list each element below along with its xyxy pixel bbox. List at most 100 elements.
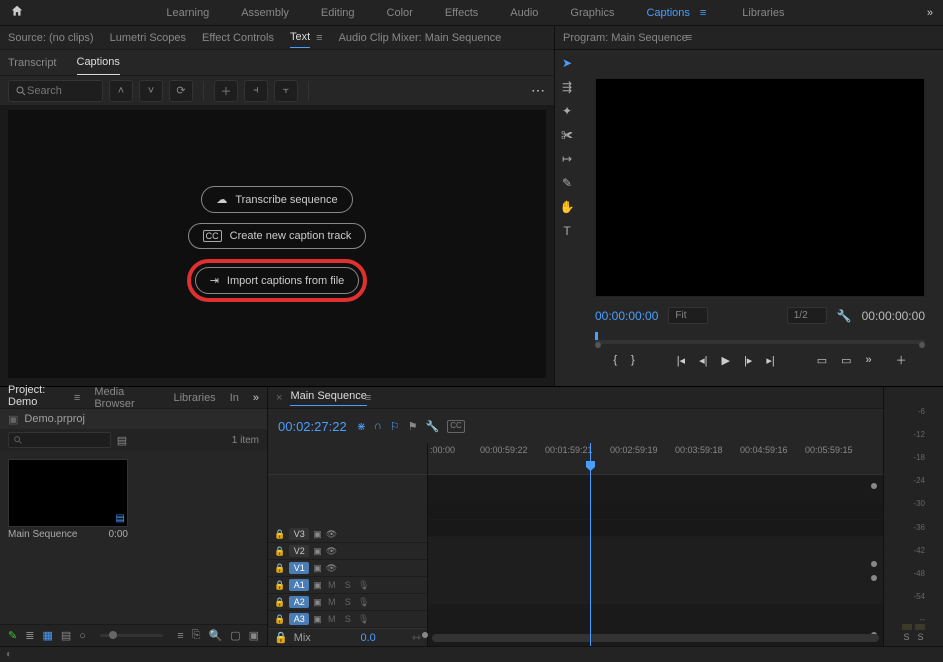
track-label-v3[interactable]: V3 xyxy=(289,528,309,540)
lock-icon[interactable]: 🔒 xyxy=(274,597,285,608)
lock-icon[interactable]: 🔒 xyxy=(274,614,285,625)
cc-track-icon[interactable]: CC xyxy=(447,420,465,433)
merge-caption-button[interactable]: ⫟ xyxy=(274,80,298,102)
mute-icon[interactable]: M xyxy=(326,614,338,624)
project-body[interactable]: ▤ Main Sequence 0:00 xyxy=(0,451,267,624)
mute-icon[interactable]: M xyxy=(326,580,338,590)
track-label-v1[interactable]: V1 xyxy=(289,562,309,574)
marker-dot[interactable] xyxy=(422,632,428,638)
toggle-output-icon[interactable]: ▣ xyxy=(313,563,322,574)
project-overflow-icon[interactable]: » xyxy=(253,392,259,404)
settings-icon[interactable]: 🔧 xyxy=(837,309,852,323)
thumb-size-slider[interactable] xyxy=(100,634,163,637)
toggle-output-icon[interactable]: ▣ xyxy=(313,546,322,557)
solo-left[interactable]: S xyxy=(903,632,909,642)
eye-icon[interactable]: 👁 xyxy=(326,563,337,574)
zoom-slider-handle[interactable]: ○ xyxy=(79,630,86,642)
eye-icon[interactable]: 👁 xyxy=(326,529,337,540)
pen-tool-icon[interactable]: ✎ xyxy=(558,174,576,192)
sequence-thumb[interactable]: ▤ xyxy=(8,459,128,527)
razor-tool-icon[interactable]: ✀ xyxy=(558,126,576,144)
tab-lumetri[interactable]: Lumetri Scopes xyxy=(110,28,186,48)
playhead[interactable] xyxy=(590,443,591,646)
solo-icon[interactable]: S xyxy=(342,580,354,590)
toggle-output-icon[interactable]: ▣ xyxy=(313,597,322,608)
program-menu-icon[interactable]: ≡ xyxy=(686,32,692,44)
tl-settings-icon[interactable]: ⚑ xyxy=(408,420,418,433)
add-caption-button[interactable]: ＋ xyxy=(214,80,238,102)
workspace-learning[interactable]: Learning xyxy=(162,1,213,25)
lock-icon[interactable]: 🔒 xyxy=(274,580,285,591)
tab-libraries[interactable]: Libraries xyxy=(174,392,216,404)
ripple-tool-icon[interactable]: ✦ xyxy=(558,102,576,120)
mix-value[interactable]: 0.0 xyxy=(360,632,375,644)
write-icon[interactable]: ✎ xyxy=(8,629,17,642)
home-icon[interactable] xyxy=(10,4,24,21)
lock-icon[interactable]: 🔒 xyxy=(274,546,285,557)
toggle-output-icon[interactable]: ▣ xyxy=(313,580,322,591)
workspace-menu-icon[interactable]: ≡ xyxy=(700,7,706,19)
voice-icon[interactable]: 🎙 xyxy=(358,580,370,591)
program-scrubber[interactable] xyxy=(595,330,925,346)
track-label-a2[interactable]: A2 xyxy=(289,596,309,608)
replace-button[interactable]: ⟳ xyxy=(169,80,193,102)
prev-caption-button[interactable]: ˄ xyxy=(109,80,133,102)
caption-search-input[interactable] xyxy=(27,85,87,97)
mark-out-icon[interactable]: } xyxy=(631,354,635,366)
next-caption-button[interactable]: ˅ xyxy=(139,80,163,102)
hand-tool-icon[interactable]: ✋ xyxy=(558,198,576,216)
freeform-view-icon[interactable]: ▤ xyxy=(61,629,71,642)
sort-icon[interactable]: ≡ xyxy=(177,630,183,642)
wrench-icon[interactable]: 🔧 xyxy=(426,420,440,433)
selection-tool-icon[interactable]: ➤ xyxy=(558,54,576,72)
program-monitor[interactable] xyxy=(595,78,925,297)
eye-icon[interactable]: 👁 xyxy=(326,546,337,557)
resolution-select[interactable]: 1/2 xyxy=(787,307,827,324)
sequence-tab[interactable]: Main Sequence xyxy=(290,390,366,406)
workspace-captions[interactable]: Captions xyxy=(642,1,693,25)
tab-audio-mixer[interactable]: Audio Clip Mixer: Main Sequence xyxy=(339,28,502,48)
workspace-editing[interactable]: Editing xyxy=(317,1,359,25)
export-frame-overflow-icon[interactable]: » xyxy=(866,354,872,366)
create-caption-track-button[interactable]: CC Create new caption track xyxy=(188,223,367,249)
transcribe-sequence-button[interactable]: ☁ Transcribe sequence xyxy=(201,186,352,213)
status-icon[interactable]: ◐ xyxy=(6,649,12,660)
import-captions-button[interactable]: ⇥ Import captions from file xyxy=(195,267,360,294)
workspace-assembly[interactable]: Assembly xyxy=(237,1,293,25)
find-icon[interactable]: 🔍 xyxy=(208,629,222,642)
toggle-output-icon[interactable]: ▣ xyxy=(313,529,322,540)
lock-icon[interactable]: 🔒 xyxy=(274,563,285,574)
list-view-icon[interactable]: ≣ xyxy=(25,629,34,642)
button-editor-icon[interactable]: ＋ xyxy=(896,352,907,368)
solo-icon[interactable]: S xyxy=(342,597,354,607)
caption-more-icon[interactable]: ⋯ xyxy=(531,82,546,99)
tab-text[interactable]: Text xyxy=(290,27,310,48)
time-ruler[interactable]: :00:00 00:00:59:22 00:01:59:21 00:02:59:… xyxy=(428,443,883,475)
step-fwd-icon[interactable]: |▸ xyxy=(744,354,752,367)
tab-source[interactable]: Source: (no clips) xyxy=(8,28,94,48)
type-tool-icon[interactable]: T xyxy=(558,222,576,240)
subtab-captions[interactable]: Captions xyxy=(77,50,120,75)
lift-icon[interactable]: ▭ xyxy=(817,354,827,367)
workspace-libraries[interactable]: Libraries xyxy=(738,1,788,25)
close-sequence-icon[interactable]: × xyxy=(276,392,282,404)
timeline-scrollbar[interactable] xyxy=(432,634,879,642)
solo-right[interactable]: S xyxy=(918,632,924,642)
marker-dot[interactable] xyxy=(871,561,877,567)
marker-dot[interactable] xyxy=(871,575,877,581)
expand-icon[interactable]: ⇿ xyxy=(412,631,421,644)
track-label-v2[interactable]: V2 xyxy=(289,545,309,557)
workspace-graphics[interactable]: Graphics xyxy=(566,1,618,25)
linked-selection-icon[interactable]: ∩ xyxy=(374,420,382,433)
clip-icon[interactable]: ▤ xyxy=(117,434,127,447)
tab-effect-controls[interactable]: Effect Controls xyxy=(202,28,274,48)
slip-tool-icon[interactable]: ↦ xyxy=(558,150,576,168)
timeline-tracks[interactable]: :00:00 00:00:59:22 00:01:59:21 00:02:59:… xyxy=(428,443,883,646)
text-tab-menu-icon[interactable]: ≡ xyxy=(316,32,322,44)
mute-icon[interactable]: M xyxy=(326,597,338,607)
zoom-select[interactable]: Fit xyxy=(668,307,707,324)
workspace-audio[interactable]: Audio xyxy=(506,1,542,25)
track-label-a1[interactable]: A1 xyxy=(289,579,309,591)
overflow-icon[interactable]: » xyxy=(927,7,933,19)
go-to-out-icon[interactable]: ▸| xyxy=(766,354,774,367)
